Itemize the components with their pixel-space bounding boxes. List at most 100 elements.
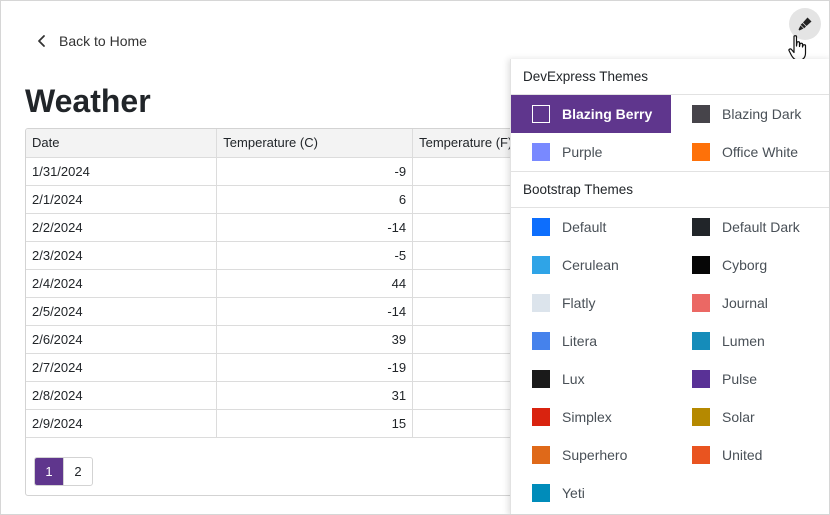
column-header-temp-c[interactable]: Temperature (C) xyxy=(216,129,414,158)
temp-c-cell: 15 xyxy=(216,409,414,438)
theme-swatch xyxy=(692,446,710,464)
weather-table: Date Temperature (C) Temperature (F) 1/3… xyxy=(26,129,586,438)
theme-label: Office White xyxy=(722,144,798,160)
theme-item-office-white[interactable]: Office White xyxy=(671,133,829,171)
theme-swatch xyxy=(532,332,550,350)
date-cell: 2/1/2024 xyxy=(26,185,218,214)
table-row[interactable]: 2/1/2024 6 xyxy=(26,185,586,214)
theme-label: Pulse xyxy=(722,371,758,387)
temp-c-cell: -14 xyxy=(216,213,414,242)
temp-c-cell: -19 xyxy=(216,353,414,382)
theme-swatch xyxy=(532,143,550,161)
hand-cursor-icon xyxy=(788,35,807,61)
theme-swatch xyxy=(532,294,550,312)
theme-item-simplex[interactable]: Simplex xyxy=(511,398,671,436)
theme-label: Solar xyxy=(722,409,755,425)
theme-swatch xyxy=(532,370,550,388)
theme-swatch xyxy=(532,105,550,123)
theme-item-blazing-berry[interactable]: Blazing Berry xyxy=(511,95,671,133)
theme-label: Default Dark xyxy=(722,219,800,235)
theme-item-litera[interactable]: Litera xyxy=(511,322,671,360)
date-cell: 2/9/2024 xyxy=(26,409,218,438)
table-row[interactable]: 2/8/2024 31 xyxy=(26,381,586,410)
theme-item-united[interactable]: United xyxy=(671,436,829,474)
theme-label: Yeti xyxy=(562,485,585,501)
theme-item-pulse[interactable]: Pulse xyxy=(671,360,829,398)
theme-label: Cyborg xyxy=(722,257,768,273)
theme-item-yeti[interactable]: Yeti xyxy=(511,474,671,512)
back-to-home-label: Back to Home xyxy=(59,33,147,49)
table-row[interactable]: 2/4/2024 44 xyxy=(26,269,586,298)
theme-item-journal[interactable]: Journal xyxy=(671,284,829,322)
paintbrush-icon xyxy=(798,17,812,31)
page-title: Weather xyxy=(25,83,151,119)
theme-label: Purple xyxy=(562,144,603,160)
grid-body: 1/31/2024 -9 2/1/2024 6 2/2/2024 -14 2/3/2024-… xyxy=(26,157,586,438)
date-cell: 2/7/2024 xyxy=(26,353,218,382)
theme-selector-panel: DevExpress Themes Blazing Berry Blazing D… xyxy=(510,59,829,514)
theme-item-cyborg[interactable]: Cyborg xyxy=(671,246,829,284)
temp-c-cell: 39 xyxy=(216,325,414,354)
theme-label: Lux xyxy=(562,371,585,387)
bootstrap-themes-header: Bootstrap Themes xyxy=(511,172,829,208)
theme-item-solar[interactable]: Solar xyxy=(671,398,829,436)
theme-swatch xyxy=(692,105,710,123)
temp-c-cell: 44 xyxy=(216,269,414,298)
theme-item-superhero[interactable]: Superhero xyxy=(511,436,671,474)
back-to-home-link[interactable]: Back to Home xyxy=(35,31,147,51)
date-cell: 2/3/2024 xyxy=(26,241,218,270)
devexpress-themes-header: DevExpress Themes xyxy=(511,59,829,95)
theme-item-cerulean[interactable]: Cerulean xyxy=(511,246,671,284)
theme-swatch xyxy=(532,256,550,274)
table-row[interactable]: 2/2/2024 -14 xyxy=(26,213,586,242)
bootstrap-themes-list: Default Default Dark Cerulean Cyborg Flatly J… xyxy=(511,208,829,512)
theme-swatch xyxy=(532,218,550,236)
table-row[interactable]: 2/7/2024 -19 xyxy=(26,353,586,382)
theme-item-purple[interactable]: Purple xyxy=(511,133,671,171)
theme-item-lumen[interactable]: Lumen xyxy=(671,322,829,360)
temp-c-cell: -5 xyxy=(216,241,414,270)
page-1-button[interactable]: 1 xyxy=(35,458,63,485)
theme-swatch xyxy=(692,256,710,274)
table-row[interactable]: 2/9/2024 15 xyxy=(26,409,586,438)
date-cell: 2/5/2024 xyxy=(26,297,218,326)
table-row[interactable]: 2/5/2024 -14 xyxy=(26,297,586,326)
theme-label: United xyxy=(722,447,763,463)
theme-swatch xyxy=(692,143,710,161)
table-row[interactable]: 2/6/2024 39 xyxy=(26,325,586,354)
theme-item-default-dark[interactable]: Default Dark xyxy=(671,208,829,246)
theme-item-blazing-dark[interactable]: Blazing Dark xyxy=(671,95,829,133)
date-cell: 2/4/2024 xyxy=(26,269,218,298)
theme-swatch xyxy=(532,446,550,464)
theme-label: Litera xyxy=(562,333,598,349)
theme-swatch xyxy=(692,408,710,426)
temp-c-cell: -9 xyxy=(216,157,414,186)
theme-label: Lumen xyxy=(722,333,765,349)
theme-label: Cerulean xyxy=(562,257,619,273)
temp-c-cell: 6 xyxy=(216,185,414,214)
page-2-button[interactable]: 2 xyxy=(63,458,92,485)
theme-item-flatly[interactable]: Flatly xyxy=(511,284,671,322)
theme-swatch xyxy=(692,332,710,350)
theme-label: Default xyxy=(562,219,607,235)
table-row[interactable]: 1/31/2024 -9 xyxy=(26,157,586,186)
chevron-left-icon xyxy=(38,35,45,47)
theme-label: Simplex xyxy=(562,409,612,425)
pager: 1 2 xyxy=(34,457,93,486)
table-row[interactable]: 2/3/2024 -5 xyxy=(26,241,586,270)
date-cell: 2/2/2024 xyxy=(26,213,218,242)
theme-swatch xyxy=(692,218,710,236)
theme-label: Superhero xyxy=(562,447,628,463)
theme-item-lux[interactable]: Lux xyxy=(511,360,671,398)
theme-label: Blazing Berry xyxy=(562,106,653,122)
theme-swatch xyxy=(692,294,710,312)
header-row: Date Temperature (C) Temperature (F) xyxy=(26,129,586,158)
theme-item-default[interactable]: Default xyxy=(511,208,671,246)
column-header-date[interactable]: Date xyxy=(26,129,218,158)
weather-grid: Date Temperature (C) Temperature (F) 1/3… xyxy=(25,128,587,496)
theme-swatch xyxy=(532,408,550,426)
theme-label: Journal xyxy=(722,295,768,311)
theme-swatch xyxy=(692,370,710,388)
theme-label: Blazing Dark xyxy=(722,106,802,122)
temp-c-cell: -14 xyxy=(216,297,414,326)
